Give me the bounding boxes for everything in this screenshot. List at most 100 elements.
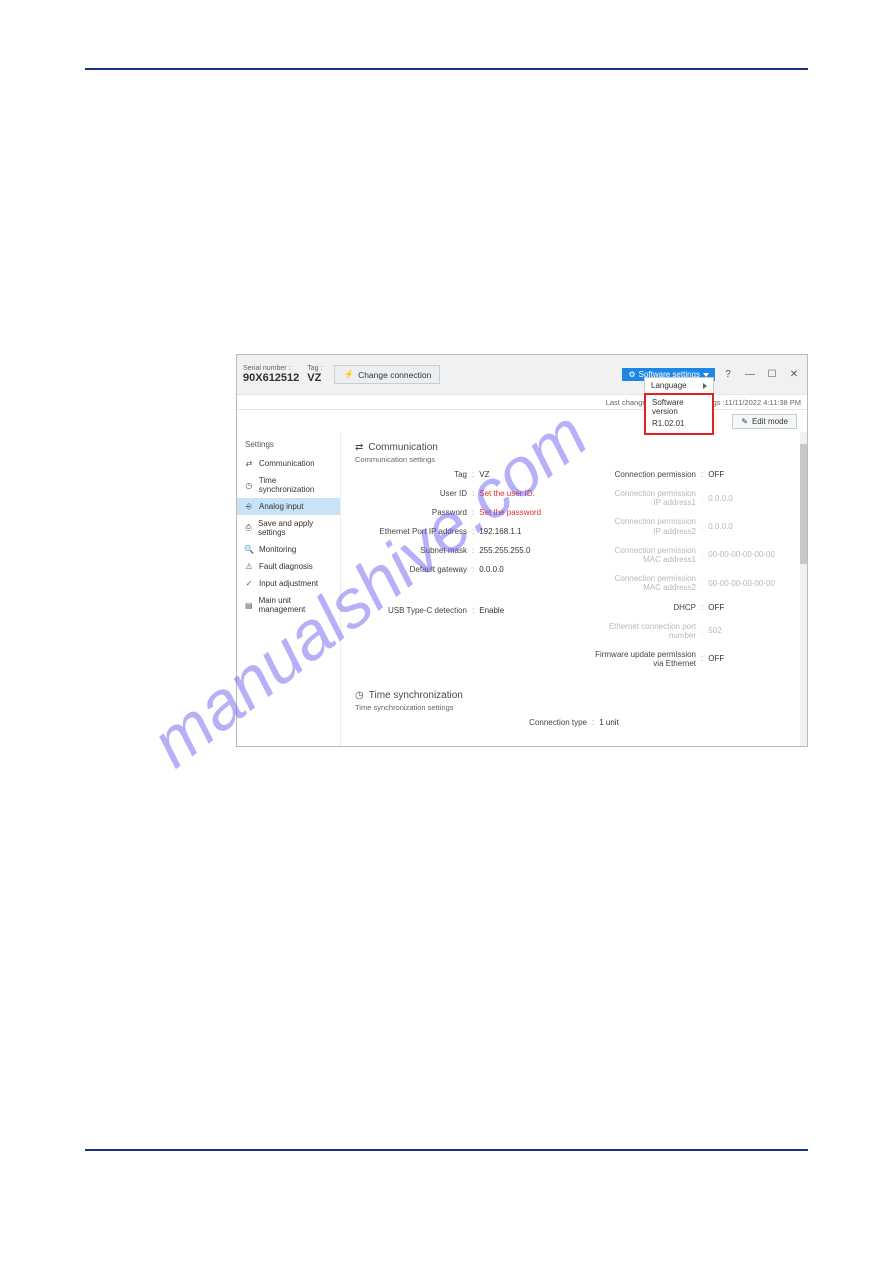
clock-icon: ◷	[355, 690, 364, 701]
minimize-button[interactable]: —	[741, 369, 759, 380]
setting-value: VZ	[479, 470, 489, 479]
sidebar-item-label: Fault diagnosis	[259, 562, 313, 571]
sidebar-item-label: Analog input	[259, 502, 303, 511]
setting-label: Subnet mask	[355, 546, 467, 555]
page-bottom-rule	[85, 1149, 808, 1151]
change-connection-button[interactable]: ⚡ Change connection	[334, 365, 440, 384]
scrollbar-track[interactable]	[800, 432, 807, 746]
software-version-highlight: Software version R1.02.01	[644, 393, 714, 435]
sidebar-item-monitoring[interactable]: 🔍 Monitoring	[237, 541, 340, 558]
edit-mode-button[interactable]: ✎ Edit mode	[732, 414, 797, 429]
software-version-label: Software version	[652, 398, 706, 416]
separator: :	[592, 718, 594, 727]
language-label: Language	[651, 381, 687, 390]
communication-settings-grid: Tag : VZ User ID : Set the user ID. Pass…	[355, 470, 793, 668]
sidebar-item-input-adjustment[interactable]: ✓ Input adjustment	[237, 575, 340, 592]
separator: :	[472, 508, 474, 517]
serial-number-value: 90X612512	[243, 372, 299, 384]
separator: :	[472, 606, 474, 615]
separator: :	[701, 522, 703, 531]
software-version-menu-item[interactable]: Software version R1.02.01	[646, 395, 712, 433]
setting-row-eth-ip: Ethernet Port IP address : 192.168.1.1	[355, 527, 564, 536]
setting-value: 255.255.255.0	[479, 546, 530, 555]
setting-row-fw-perm: Firmware update permissionvia Ethernet :…	[584, 650, 793, 668]
setting-label: Default gateway	[355, 565, 467, 574]
setting-value: 00-00-00-00-00-00	[708, 550, 775, 559]
setting-value: OFF	[708, 470, 724, 479]
settings-left-column: Tag : VZ User ID : Set the user ID. Pass…	[355, 470, 564, 668]
setting-value: OFF	[708, 603, 724, 612]
body-area: Settings ⇄ Communication ◷ Time synchron…	[237, 432, 807, 746]
sidebar-item-label: Communication	[259, 459, 315, 468]
setting-label: Connection permission	[584, 470, 696, 479]
setting-label: Connection permissionIP address1	[584, 489, 696, 507]
sidebar-item-communication[interactable]: ⇄ Communication	[237, 455, 340, 472]
sidebar-item-main-unit-mgmt[interactable]: ▤ Main unit management	[237, 592, 340, 618]
app-window: Serial number : 90X612512 Tag : VZ ⚡ Cha…	[236, 354, 808, 747]
setting-value: Enable	[479, 606, 504, 615]
setting-row-password: Password : Set the password	[355, 508, 564, 517]
sidebar-item-analog-input[interactable]: ⎆ Analog input	[237, 498, 340, 515]
sidebar-item-label: Monitoring	[259, 545, 296, 554]
setting-label: Connection permissionMAC address1	[584, 546, 696, 564]
monitor-icon: 🔍	[245, 546, 253, 554]
chevron-right-icon	[703, 383, 707, 389]
setting-label: Connection permissionMAC address2	[584, 574, 696, 592]
scrollbar-thumb[interactable]	[800, 444, 807, 564]
link-icon: ⇄	[355, 442, 363, 453]
setting-value: Set the password	[479, 508, 541, 517]
setting-row-mac2: Connection permissionMAC address2 : 00-0…	[584, 574, 793, 592]
separator: :	[472, 527, 474, 536]
setting-value: 00-00-00-00-00-00	[708, 579, 775, 588]
tag-label: Tag :	[307, 365, 322, 373]
clock-icon: ◷	[245, 481, 253, 489]
adjust-icon: ✓	[245, 580, 253, 588]
setting-label: User ID	[355, 489, 467, 498]
separator: :	[701, 494, 703, 503]
separator: :	[701, 626, 703, 635]
serial-number-label: Serial number :	[243, 365, 299, 373]
change-connection-label: Change connection	[358, 370, 431, 380]
link-icon: ⇄	[245, 460, 253, 468]
help-button[interactable]: ?	[719, 369, 737, 380]
setting-row-subnet: Subnet mask : 255.255.255.0	[355, 546, 564, 555]
sidebar-title: Settings	[237, 436, 340, 455]
setting-row-ip2: Connection permissionIP address2 : 0.0.0…	[584, 517, 793, 535]
separator: :	[701, 603, 703, 612]
manage-icon: ▤	[245, 601, 253, 609]
edit-row: ✎ Edit mode	[237, 410, 807, 432]
time-sync-section-subtitle: Time synchronization settings	[355, 703, 793, 712]
communication-section-title: Communication	[368, 442, 437, 453]
communication-section-header: ⇄ Communication	[355, 442, 793, 453]
setting-value: Set the user ID.	[479, 489, 535, 498]
separator: :	[472, 470, 474, 479]
time-sync-section: ◷ Time synchronization Time synchronizat…	[355, 690, 793, 727]
setting-label: Connection type	[529, 718, 587, 727]
maximize-button[interactable]: ☐	[763, 369, 781, 380]
setting-label: Connection permissionIP address2	[584, 517, 696, 535]
meta-bar: Last changed d ettings :11/11/2022 4:11:…	[237, 395, 807, 410]
close-button[interactable]: ✕	[785, 369, 803, 380]
sidebar-item-time-sync[interactable]: ◷ Time synchronization	[237, 472, 340, 498]
page-top-rule	[85, 68, 808, 70]
setting-value: OFF	[708, 654, 724, 663]
setting-value: 1 unit	[599, 718, 619, 727]
separator: :	[701, 470, 703, 479]
setting-row-dhcp: DHCP : OFF	[584, 603, 793, 612]
setting-label: Ethernet connection port number	[584, 622, 696, 640]
setting-label: USB Type-C detection	[355, 606, 467, 615]
setting-value: 192.168.1.1	[479, 527, 521, 536]
plug-icon: ⚡	[343, 369, 354, 380]
sidebar-item-label: Time synchronization	[259, 476, 332, 494]
sidebar-item-fault-diagnosis[interactable]: ⚠ Fault diagnosis	[237, 558, 340, 575]
setting-row-ip1: Connection permissionIP address1 : 0.0.0…	[584, 489, 793, 507]
sidebar-item-save-apply[interactable]: ⎙ Save and apply settings	[237, 515, 340, 541]
separator: :	[472, 489, 474, 498]
sidebar: Settings ⇄ Communication ◷ Time synchron…	[237, 432, 341, 746]
setting-value: 0.0.0.0	[479, 565, 503, 574]
sidebar-item-label: Save and apply settings	[258, 519, 332, 537]
gear-icon: ⚙	[628, 370, 635, 379]
separator: :	[701, 550, 703, 559]
settings-right-column: Connection permission : OFF Connection p…	[584, 470, 793, 668]
language-menu-item[interactable]: Language	[645, 378, 713, 394]
